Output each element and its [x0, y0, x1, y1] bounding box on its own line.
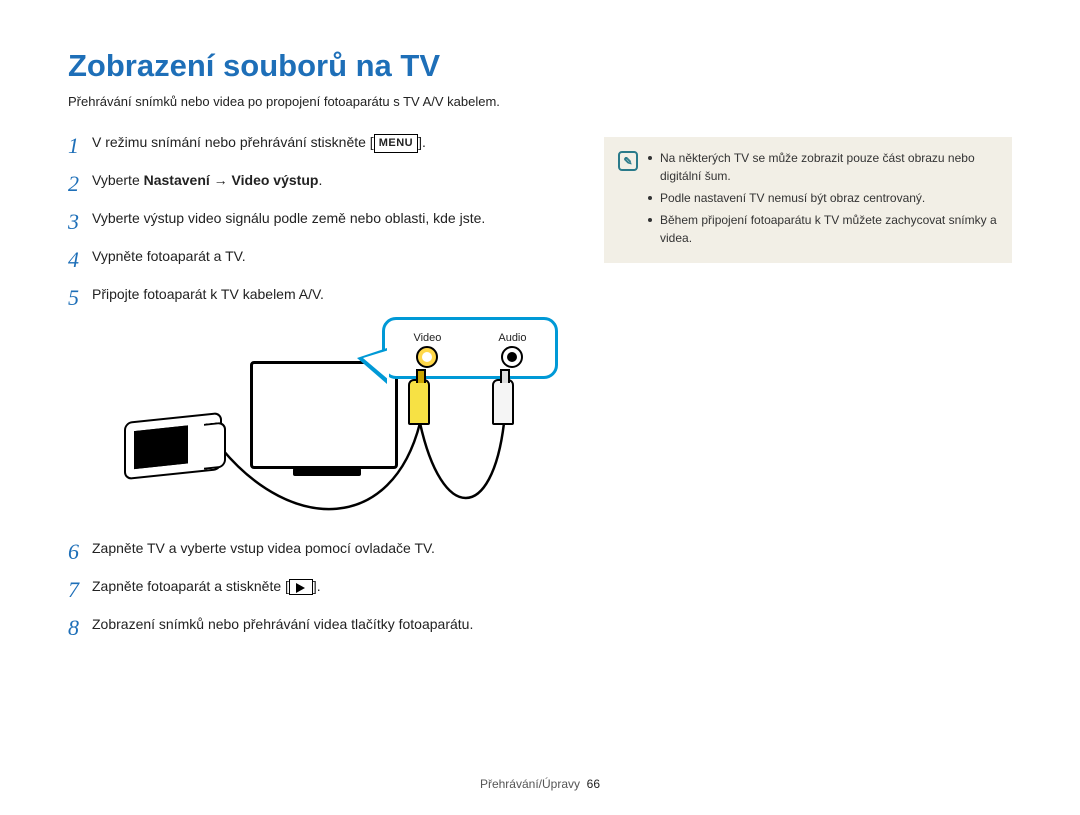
step-7-text: Zapněte fotoaparát a stiskněte []. — [92, 577, 568, 597]
step-number: 2 — [68, 171, 92, 195]
note-item: Podle nastavení TV nemusí být obraz cent… — [648, 189, 998, 207]
page-number: 66 — [587, 777, 600, 791]
step-6-text: Zapněte TV a vyberte vstup videa pomocí … — [92, 539, 568, 559]
note-item: Během připojení fotoaparátu k TV můžete … — [648, 211, 998, 247]
step-5-text: Připojte fotoaparát k TV kabelem A/V. — [92, 285, 568, 305]
subtitle: Přehrávání snímků nebo videa po propojen… — [68, 94, 1012, 109]
footer-section: Přehrávání/Úpravy — [480, 777, 580, 791]
page-title: Zobrazení souborů na TV — [68, 48, 1012, 84]
camera-icon — [124, 412, 222, 480]
audio-jack: Audio — [498, 332, 526, 368]
step-4-text: Vypněte fotoaparát a TV. — [92, 247, 568, 267]
step-number: 6 — [68, 539, 92, 563]
yellow-plug-icon — [408, 379, 430, 425]
note-box: ✎ Na některých TV se může zobrazit pouze… — [604, 137, 1012, 263]
step-number: 3 — [68, 209, 92, 233]
step-number: 4 — [68, 247, 92, 271]
step-number: 1 — [68, 133, 92, 157]
step-8-text: Zobrazení snímků nebo přehrávání videa t… — [92, 615, 568, 635]
step-number: 7 — [68, 577, 92, 601]
video-jack-label: Video — [413, 332, 441, 344]
white-plug-icon — [492, 379, 514, 425]
page-footer: Přehrávání/Úpravy 66 — [0, 777, 1080, 791]
note-icon: ✎ — [618, 151, 638, 171]
step-3-text: Vyberte výstup video signálu podle země … — [92, 209, 568, 229]
note-item: Na některých TV se může zobrazit pouze č… — [648, 149, 998, 185]
connection-diagram: Video Audio — [92, 323, 568, 533]
av-jacks-callout: Video Audio — [382, 317, 558, 379]
menu-label: MENU — [374, 134, 418, 153]
steps-column: 1 V režimu snímání nebo přehrávání stisk… — [68, 133, 568, 653]
step-number: 5 — [68, 285, 92, 309]
playback-icon — [289, 579, 313, 595]
step-1-text: V režimu snímání nebo přehrávání stiskně… — [92, 133, 568, 153]
audio-jack-label: Audio — [498, 332, 526, 344]
step-number: 8 — [68, 615, 92, 639]
step-2-text: Vyberte Nastavení → Video výstup. — [92, 171, 568, 191]
notes-column: ✎ Na některých TV se může zobrazit pouze… — [604, 133, 1012, 653]
video-jack: Video — [413, 332, 441, 368]
